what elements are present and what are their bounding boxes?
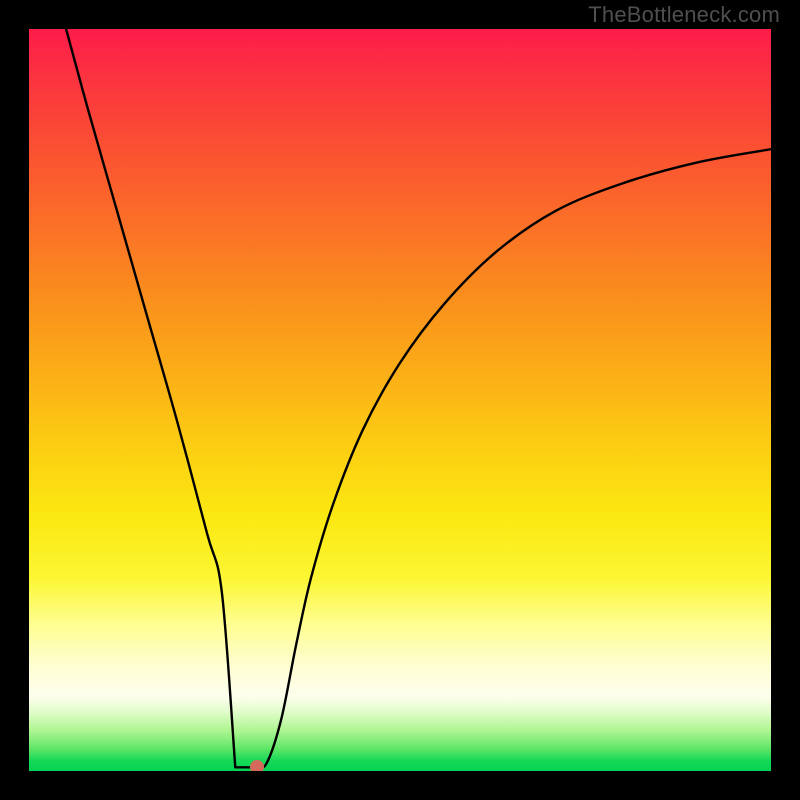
bottleneck-curve: [66, 29, 771, 768]
watermark-label: TheBottleneck.com: [588, 2, 780, 28]
plot-area: [29, 29, 771, 771]
curve-layer: [29, 29, 771, 771]
chart-frame: TheBottleneck.com: [0, 0, 800, 800]
optimum-marker: [250, 760, 264, 771]
